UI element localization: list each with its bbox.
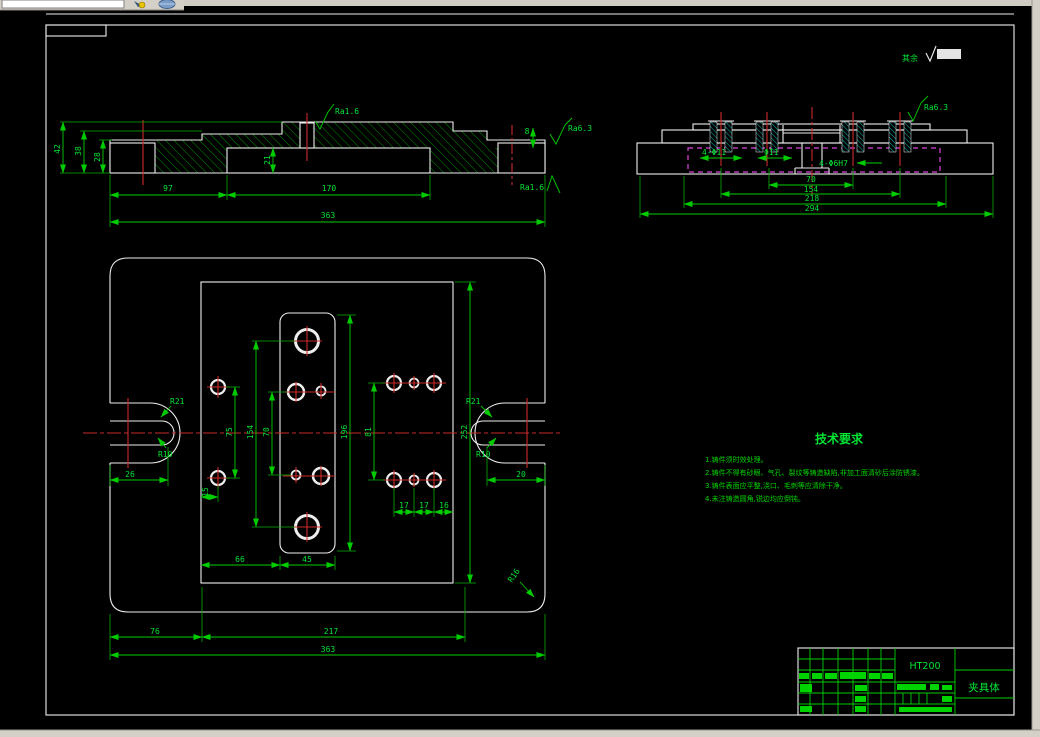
vertical-scrollbar[interactable] (1032, 0, 1040, 737)
finish-top: Ra6.3 (924, 103, 948, 112)
dim-45: 45 (302, 555, 312, 564)
dim-217: 217 (324, 627, 339, 636)
dim-17a: 17 (399, 501, 409, 510)
dim-21: 21 (263, 155, 272, 165)
dim-70: 70 (806, 175, 816, 184)
dim-81: 81 (364, 427, 373, 437)
dim-66: 66 (235, 555, 245, 564)
dim-70: 70 (262, 427, 271, 437)
dim-16: 16 (439, 501, 449, 510)
tech-req-line: 3.铸件表面应平整,浇口、毛刺等应清除干净。 (705, 481, 847, 490)
dim-294: 294 (805, 204, 820, 213)
dim-20: 20 (516, 470, 526, 479)
dim-15: 15 (201, 487, 210, 497)
tech-req-line: 4.未注铸造圆角,锐边均应倒钝。 (705, 494, 805, 503)
radius-R10-right: R10 (476, 450, 491, 459)
address-input[interactable] (1, 0, 125, 9)
radius-R21-left: R21 (170, 397, 185, 406)
finish-right: Ra6.3 (568, 124, 592, 133)
hole-note-left: 4-Φ11 (702, 148, 726, 157)
dim-196: 196 (340, 425, 349, 440)
cad-canvas: 其余 42 38 28 21 8 97 170 363 Ra1.6 Ra6.3 … (0, 0, 1040, 737)
dim-363: 363 (321, 211, 336, 220)
dim-76: 76 (150, 627, 160, 636)
finish-top: Ra1.6 (335, 107, 359, 116)
tech-req-title: 技术要求 (815, 431, 864, 446)
dim-252: 252 (460, 425, 469, 440)
dim-170: 170 (322, 184, 337, 193)
dim-17b: 17 (419, 501, 429, 510)
dim-218: 218 (805, 194, 820, 203)
finish-bottom: Ra1.6 (520, 183, 544, 192)
dim-97: 97 (163, 184, 173, 193)
horizontal-scrollbar[interactable] (0, 730, 1040, 737)
dim-154: 154 (804, 185, 819, 194)
tech-req-line: 1.铸件须时效处理。 (705, 455, 768, 464)
hole-note-center: Φ11 (764, 148, 779, 157)
dim-8: 8 (525, 127, 530, 136)
radius-R10-left: R10 (158, 450, 173, 459)
radius-R21-right: R21 (466, 397, 481, 406)
tech-req-line: 2.铸件不得有砂眼、气孔、裂纹等铸造缺陷,非加工面清砂后涂防锈漆。 (705, 468, 924, 477)
part-name-label: 夹具体 (968, 681, 1000, 694)
dim-75: 75 (225, 427, 234, 437)
dim-154: 154 (246, 425, 255, 440)
dim-363: 363 (321, 645, 336, 654)
dim-28: 28 (93, 152, 102, 162)
globe-icon[interactable] (158, 0, 176, 9)
hole-note-right: 4-Φ6H7 (819, 159, 848, 168)
dim-42: 42 (53, 144, 62, 154)
material-label: HT200 (909, 661, 940, 672)
general-note-label: 其余 (902, 53, 918, 63)
roughness-value-block (937, 49, 961, 59)
dim-38: 38 (74, 146, 83, 156)
cavity-void (226, 147, 431, 174)
dim-26: 26 (125, 470, 135, 479)
